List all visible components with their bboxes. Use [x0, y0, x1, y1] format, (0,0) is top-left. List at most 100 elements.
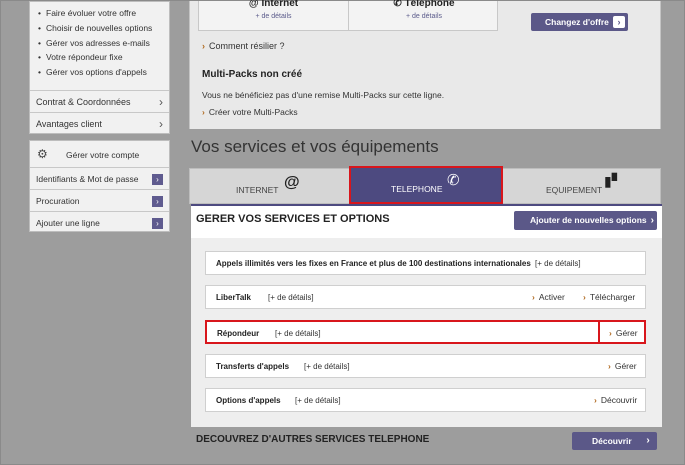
- bullet-icon: •: [38, 22, 41, 33]
- services-list: Appels illimités vers les fixes en Franc…: [191, 238, 662, 427]
- telephone-details-link[interactable]: + de détails: [349, 13, 499, 20]
- services-title: GERER VOS SERVICES ET OPTIONS: [196, 213, 390, 225]
- service-row-libertalk: LiberTalk [+ de détails] › Activer › Téléc…: [205, 285, 646, 309]
- multipacks-text: Vous ne bénéficiez pas d'une remise Mult…: [202, 90, 445, 100]
- sidebar-item-contrat[interactable]: Contrat & Coordonnées ›: [30, 90, 169, 112]
- sidebar-item-label: Gérer vos options d'appels: [46, 67, 147, 78]
- sidebar-item-label: Faire évoluer votre offre: [46, 8, 137, 18]
- chevron-right-icon: ›: [608, 361, 611, 371]
- sidebar-item-label: Contrat & Coordonnées: [36, 97, 131, 107]
- tab-telephone[interactable]: TELEPHONE ✆: [349, 166, 503, 204]
- sidebar-item-emails[interactable]: • Gérer vos adresses e-mails: [30, 36, 169, 51]
- sidebar-item-credentials[interactable]: Identifiants & Mot de passe ›: [30, 167, 169, 189]
- sidebar-item-new-options[interactable]: • Choisir de nouvelles options: [30, 21, 169, 36]
- multipacks-link-label: Créer votre Multi-Packs: [208, 107, 298, 117]
- service-row-unlimited-calls: Appels illimités vers les fixes en Franc…: [205, 251, 646, 275]
- telephone-column: ✆ Téléphone + de détails: [349, 0, 499, 31]
- sidebar-item-add-line[interactable]: Ajouter une ligne ›: [30, 211, 169, 233]
- discover-label: Découvrir: [592, 436, 632, 446]
- decouvrir-label: Découvrir: [600, 395, 638, 405]
- gerer-link[interactable]: › Gérer: [609, 328, 638, 338]
- arrow-right-icon: ›: [152, 196, 163, 207]
- tab-equipement-label: EQUIPEMENT: [546, 185, 603, 195]
- service-name: Options d'appels: [216, 396, 281, 405]
- service-name: LiberTalk: [216, 293, 251, 302]
- gerer-link[interactable]: › Gérer: [608, 361, 637, 371]
- discover-title: DECOUVREZ D'AUTRES SERVICES TELEPHONE: [196, 434, 430, 445]
- service-details-link[interactable]: [+ de détails]: [295, 396, 341, 405]
- telephone-heading: ✆ Téléphone: [349, 0, 499, 9]
- multipacks-link[interactable]: › Créer votre Multi-Packs: [202, 107, 298, 117]
- sidebar-item-evolve-offer[interactable]: • Faire évoluer votre offre: [30, 6, 169, 21]
- add-options-label: Ajouter de nouvelles options: [530, 215, 647, 225]
- service-row-options-appels: Options d'appels [+ de détails] › Découvr…: [205, 388, 646, 412]
- chevron-right-icon: ›: [609, 328, 612, 338]
- services-panel: GERER VOS SERVICES ET OPTIONS Ajouter de…: [191, 204, 662, 427]
- service-row-transferts: Transferts d'appels [+ de détails] › Gére…: [205, 354, 646, 378]
- change-offer-button[interactable]: Changez d'offre ›: [531, 13, 628, 31]
- add-options-button[interactable]: Ajouter de nouvelles options ›: [514, 211, 657, 230]
- gear-icon: ⚙: [37, 147, 48, 161]
- sidebar-item-label: Identifiants & Mot de passe: [36, 174, 139, 184]
- sidebar-item-label: Votre répondeur fixe: [46, 52, 123, 63]
- decouvrir-link[interactable]: › Découvrir: [594, 395, 637, 405]
- service-name: Répondeur: [217, 329, 260, 338]
- sidebar-offer-menu: • Faire évoluer votre offre • Choisir de n…: [29, 1, 170, 134]
- service-details-link[interactable]: [+ de détails]: [268, 293, 314, 302]
- phone-icon: ✆: [447, 172, 460, 189]
- sidebar-item-call-options[interactable]: • Gérer vos options d'appels: [30, 65, 169, 80]
- chevron-right-icon: ›: [583, 292, 586, 302]
- chevron-right-icon: ›: [532, 292, 535, 302]
- activer-label: Activer: [538, 292, 565, 302]
- page-overlay: • Faire évoluer votre offre • Choisir de n…: [0, 0, 685, 465]
- sidebar-item-label: Gérer vos adresses e-mails: [46, 37, 150, 48]
- sidebar-account-menu: ⚙ Gérer votre compte Identifiants & Mot …: [29, 140, 170, 232]
- at-icon: @: [284, 174, 300, 191]
- discover-button[interactable]: Découvrir ›: [572, 432, 657, 450]
- chevron-right-icon: ›: [159, 95, 163, 109]
- offer-columns: @ Internet + de détails ✆ Téléphone + de…: [198, 0, 499, 31]
- sidebar-item-avantages[interactable]: Avantages client ›: [30, 112, 169, 134]
- gerer-label: Gérer: [614, 361, 637, 371]
- change-offer-label: Changez d'offre: [545, 17, 609, 27]
- chevron-right-icon: ›: [202, 41, 205, 51]
- sidebar-item-label: Choisir de nouvelles options: [46, 22, 153, 33]
- bullet-icon: •: [38, 8, 41, 18]
- service-row-repondeur: Répondeur [+ de détails] › Gérer: [205, 320, 646, 344]
- arrow-right-icon: ›: [152, 218, 163, 229]
- chevron-right-icon: ›: [594, 395, 597, 405]
- tab-equipement[interactable]: EQUIPEMENT ▮▘: [504, 169, 660, 203]
- resilier-link[interactable]: › Comment résilier ?: [202, 41, 285, 51]
- tab-internet[interactable]: INTERNET @: [190, 169, 346, 203]
- internet-heading: @ Internet: [199, 0, 348, 9]
- sidebar-item-label: Procuration: [36, 196, 80, 206]
- account-title: Gérer votre compte: [66, 150, 140, 160]
- tab-telephone-label: TELEPHONE: [391, 184, 443, 194]
- sidebar-item-voicemail[interactable]: • Votre répondeur fixe: [30, 50, 169, 65]
- account-header: ⚙ Gérer votre compte: [30, 141, 169, 167]
- sidebar-item-label: Ajouter une ligne: [36, 218, 100, 228]
- telecharger-link[interactable]: › Télécharger: [583, 292, 635, 302]
- bullet-icon: •: [38, 52, 41, 63]
- sidebar-item-procuration[interactable]: Procuration ›: [30, 189, 169, 211]
- chevron-right-icon: ›: [646, 435, 650, 446]
- internet-details-link[interactable]: + de détails: [199, 13, 348, 20]
- chevron-right-icon: ›: [650, 215, 654, 226]
- activer-link[interactable]: › Activer: [532, 292, 565, 302]
- service-details-link[interactable]: [+ de détails]: [304, 362, 350, 371]
- multipacks-title: Multi-Packs non créé: [202, 69, 303, 80]
- services-tabs: INTERNET @ TELEPHONE ✆ EQUIPEMENT ▮▘: [189, 166, 661, 204]
- resilier-label: Comment résilier ?: [209, 41, 285, 51]
- chevron-right-icon: ›: [159, 117, 163, 131]
- service-details-link[interactable]: [+ de détails]: [275, 329, 321, 338]
- bullet-icon: •: [38, 67, 41, 78]
- service-name: Transferts d'appels: [216, 362, 290, 371]
- service-details-link[interactable]: [+ de détails]: [535, 259, 581, 268]
- service-name: Appels illimités vers les fixes en Franc…: [216, 259, 531, 268]
- chevron-right-icon: ›: [202, 107, 205, 117]
- internet-column: @ Internet + de détails: [199, 0, 349, 31]
- at-icon: @: [248, 0, 259, 9]
- sidebar-item-label: Avantages client: [36, 119, 102, 129]
- internet-title: Internet: [261, 0, 299, 9]
- arrow-right-icon: ›: [152, 174, 163, 185]
